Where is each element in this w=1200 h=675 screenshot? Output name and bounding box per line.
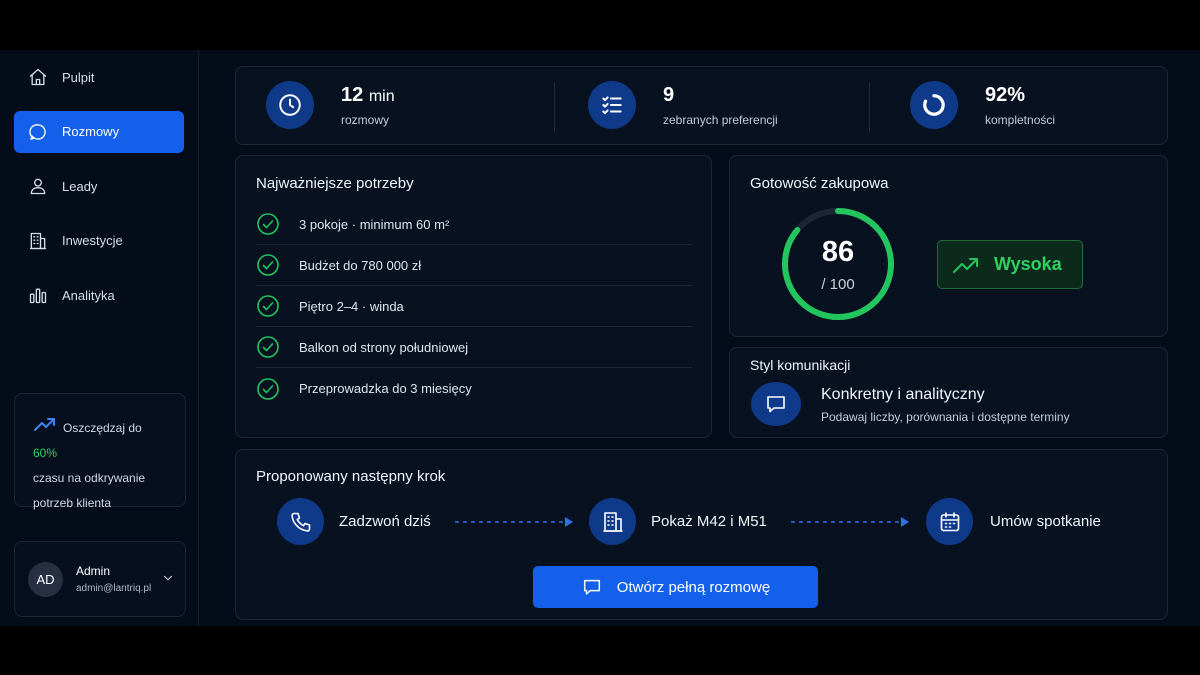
need-text: Balkon od strony południowej [299, 339, 469, 355]
stat-label: rozmowy [341, 112, 390, 127]
stat-value: 12 [341, 83, 364, 106]
sidebar-nav: Pulpit Rozmowy Leady Inwestycje Analityk… [14, 56, 184, 329]
user-icon [27, 175, 49, 197]
list-item: Piętro 2–4 · winda [256, 286, 692, 327]
step-show-apartments[interactable]: Pokaż M42 i M51 [589, 498, 767, 545]
stat-label: zebranych preferencji [663, 112, 778, 127]
need-text: Budżet do 780 000 zł [299, 257, 422, 273]
user-info: Admin admin@lantriq.pl [76, 564, 151, 594]
sidebar-item-label: Analityka [62, 287, 115, 303]
list-item: Budżet do 780 000 zł [256, 245, 692, 286]
divider [869, 82, 870, 132]
list-item: Przeprowadzka do 3 miesięcy [256, 368, 692, 409]
bar-chart-icon [27, 284, 49, 306]
promo-text-line3: potrzeb klienta [33, 496, 112, 511]
need-text: Piętro 2–4 · winda [299, 298, 404, 314]
check-circle-icon [256, 335, 280, 359]
promo-highlight: 60% [33, 446, 58, 461]
sidebar-item-rozmowy[interactable]: Rozmowy [14, 110, 184, 153]
readiness-title: Gotowość zakupowa [750, 175, 889, 192]
sidebar-item-analityka[interactable]: Analityka [14, 274, 184, 316]
next-step-card: Proponowany następny krok Zadzwoń dziś P… [235, 449, 1168, 620]
trending-up-icon [953, 257, 978, 273]
chevron-down-icon[interactable] [161, 571, 175, 590]
stat-value: 92% [985, 83, 1026, 106]
promo-text-prefix: Oszczędzaj do [63, 421, 142, 435]
message-icon [751, 382, 801, 426]
promo-card: Oszczędzaj do 60% czasu na odkrywanie po… [14, 393, 186, 511]
check-circle-icon [256, 294, 280, 318]
step-call[interactable]: Zadzwoń dziś [277, 498, 431, 545]
chat-icon [27, 121, 49, 143]
step-label: Zadzwoń dziś [339, 513, 431, 530]
arrow-right-icon [791, 515, 911, 529]
need-text: 3 pokoje · minimum 60 m² [299, 216, 450, 232]
style-title: Styl komunikacji [750, 357, 851, 373]
readiness-card: Gotowość zakupowa 86 / 100 Wysoka [729, 155, 1168, 337]
phone-icon [277, 498, 324, 545]
arrow-right-icon [455, 515, 575, 529]
step-label: Umów spotkanie [990, 513, 1101, 530]
promo-text-line2: czasu na odkrywanie [33, 471, 146, 486]
calendar-icon [926, 498, 973, 545]
style-description: Podawaj liczby, porównania i dostępne te… [821, 410, 1070, 424]
building-icon [27, 230, 49, 252]
stat-label: kompletności [985, 112, 1056, 127]
open-conversation-button[interactable]: Otwórz pełną rozmowę [533, 566, 818, 608]
check-circle-icon [256, 212, 280, 236]
stat-preferences: 9 zebranych preferencji [588, 81, 778, 129]
status-badge: Wysoka [937, 240, 1083, 289]
trending-up-icon [33, 416, 59, 441]
checklist-icon [588, 81, 636, 129]
app-frame: Pulpit Rozmowy Leady Inwestycje Analityk… [0, 50, 1200, 626]
score-value: 86 [821, 236, 855, 268]
check-circle-icon [256, 253, 280, 277]
user-menu[interactable]: AD Admin admin@lantriq.pl [14, 541, 186, 617]
divider [554, 82, 555, 132]
score-gauge: 86 / 100 [780, 206, 896, 322]
status-badge-label: Wysoka [994, 254, 1062, 274]
sidebar-item-label: Rozmowy [62, 124, 120, 139]
sidebar-item-inwestycje[interactable]: Inwestycje [14, 220, 184, 262]
user-name: Admin [76, 564, 111, 578]
message-icon [583, 579, 600, 595]
sidebar-item-label: Leady [62, 178, 98, 194]
stat-value: 9 [663, 83, 675, 106]
home-icon [27, 66, 49, 88]
open-conversation-label: Otwórz pełną rozmowę [616, 578, 771, 596]
stat-duration: 12 min rozmowy [266, 81, 395, 129]
needs-title: Najważniejsze potrzeby [256, 175, 414, 192]
check-circle-icon [256, 377, 280, 401]
sidebar-item-pulpit[interactable]: Pulpit [14, 56, 184, 98]
clock-icon [266, 81, 314, 129]
sidebar: Pulpit Rozmowy Leady Inwestycje Analityk… [0, 50, 199, 626]
sidebar-item-label: Inwestycje [62, 233, 123, 248]
step-label: Pokaż M42 i M51 [651, 513, 767, 530]
building-icon [589, 498, 636, 545]
score-max: / 100 [821, 276, 855, 293]
needs-card: Najważniejsze potrzeby 3 pokoje · minimu… [235, 155, 712, 438]
style-name: Konkretny i analityczny [821, 386, 985, 403]
stats-card: 12 min rozmowy 9 zebranych preferencji 9… [235, 66, 1168, 145]
communication-style-card: Styl komunikacji Konkretny i analityczny… [729, 347, 1168, 438]
stat-completeness: 92% kompletności [910, 81, 1055, 129]
step-schedule-meeting[interactable]: Umów spotkanie [926, 498, 1101, 545]
list-item: 3 pokoje · minimum 60 m² [256, 204, 692, 245]
progress-ring-icon [910, 81, 958, 129]
need-text: Przeprowadzka do 3 miesięcy [299, 381, 472, 396]
avatar: AD [28, 561, 63, 597]
stat-unit: min [368, 87, 395, 105]
sidebar-item-leady[interactable]: Leady [14, 165, 184, 207]
sidebar-item-label: Pulpit [62, 69, 95, 85]
next-step-title: Proponowany następny krok [256, 468, 446, 485]
user-email: admin@lantriq.pl [76, 583, 152, 594]
list-item: Balkon od strony południowej [256, 327, 692, 368]
